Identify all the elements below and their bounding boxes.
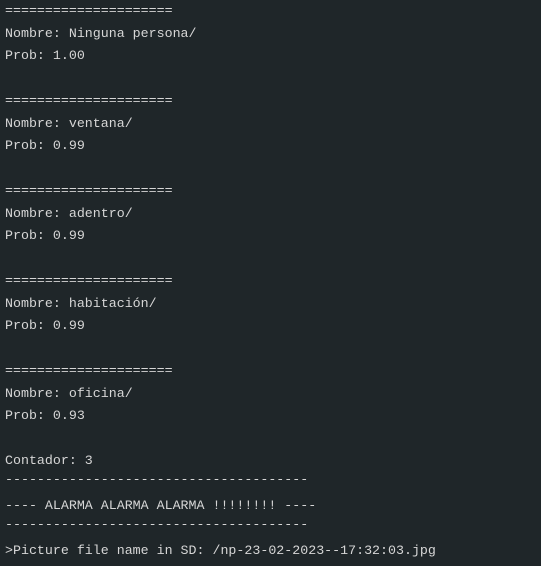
console-line: ===================== — [5, 93, 173, 108]
console-line: Prob: 1.00 — [5, 48, 85, 63]
console-line: ---- ALARMA ALARMA ALARMA !!!!!!!! ---- — [5, 498, 317, 513]
console-line: Prob: 0.99 — [5, 318, 85, 333]
console-line: ===================== — [5, 3, 173, 18]
console-line: Prob: 0.99 — [5, 228, 85, 243]
console-line: Nombre: Ninguna persona/ — [5, 25, 197, 41]
console-line: ===================== — [5, 183, 173, 198]
console-line: Nombre: ventana/ — [5, 115, 133, 131]
console-line: Nombre: habitación/ — [5, 295, 157, 311]
console-line: Nombre: oficina/ — [5, 385, 133, 401]
console-line: Contador: 3 — [5, 453, 93, 468]
console-line: ===================== — [5, 273, 173, 288]
serial-monitor-output[interactable]: ===================== Nombre: Ninguna pe… — [0, 0, 541, 566]
console-line: -------------------------------------- — [5, 517, 309, 532]
console-line: >Picture file name in SD: /np-23-02-2023… — [5, 543, 436, 558]
console-line: -------------------------------------- — [5, 472, 309, 487]
console-line: Nombre: adentro/ — [5, 205, 133, 221]
console-line: Prob: 0.99 — [5, 138, 85, 153]
console-line: ===================== — [5, 363, 173, 378]
console-line: Prob: 0.93 — [5, 408, 85, 423]
